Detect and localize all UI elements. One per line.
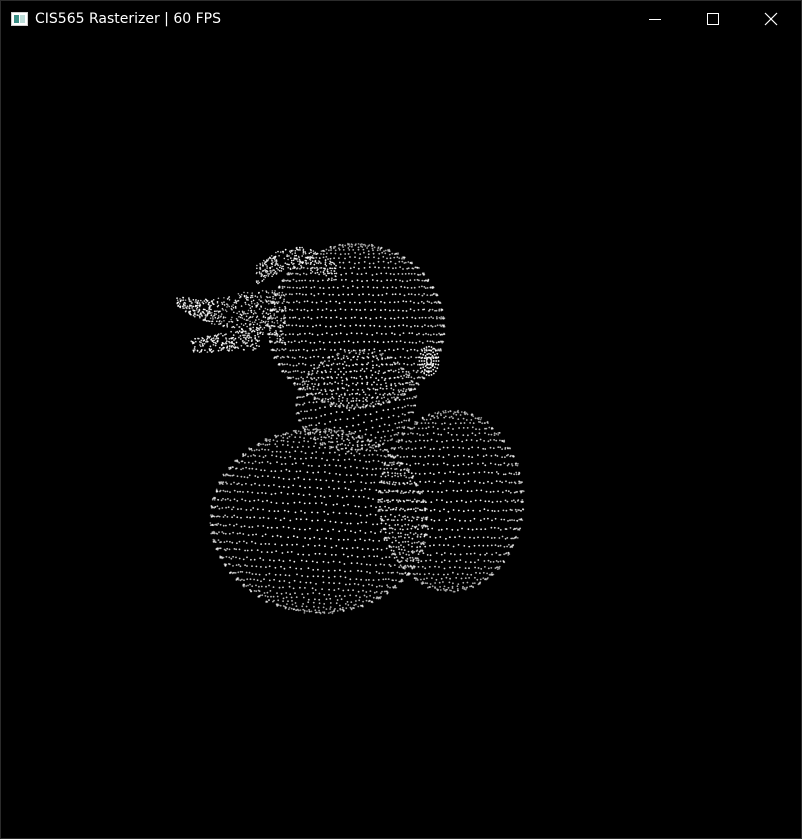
close-button[interactable] [747, 1, 793, 38]
minimize-icon [649, 19, 661, 20]
window-title: CIS565 Rasterizer | 60 FPS [35, 11, 221, 27]
rasterizer-window: CIS565 Rasterizer | 60 FPS [0, 0, 802, 839]
close-icon [764, 12, 778, 26]
duck-point-cloud [176, 242, 525, 615]
minimize-button[interactable] [631, 1, 677, 38]
maximize-button[interactable] [689, 1, 735, 38]
title-bar[interactable]: CIS565 Rasterizer | 60 FPS [1, 1, 801, 38]
render-viewport[interactable] [1, 38, 801, 838]
maximize-icon [707, 13, 719, 25]
app-window-icon [11, 12, 28, 26]
